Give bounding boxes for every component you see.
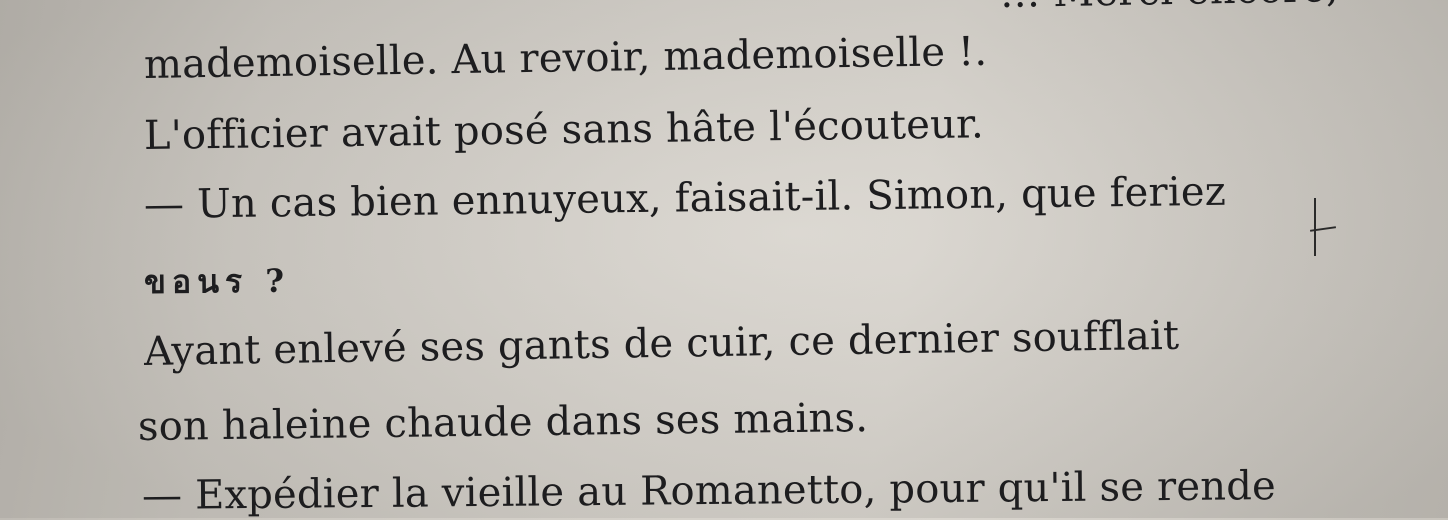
- handwritten-insertion-mark: [1314, 198, 1316, 256]
- text-line: Ayant enlevé ses gants de cuir, ce derni…: [143, 312, 1180, 375]
- text-line: son haleine chaude dans ses mains.: [137, 395, 869, 450]
- text-line-thai: ขอนร ?: [143, 261, 291, 301]
- text-line: — Un cas bien ennuyeux, faisait-il. Simo…: [143, 168, 1227, 228]
- text-line: L'officier avait posé sans hâte l'écoute…: [143, 101, 985, 159]
- text-line-bottom-partial: — Expédier la vieille au Romanetto, pour…: [141, 463, 1277, 519]
- text-line-top-partial: … Merci encore,: [1000, 0, 1340, 18]
- text-line: mademoiselle. Au revoir, mademoiselle !.: [143, 28, 988, 88]
